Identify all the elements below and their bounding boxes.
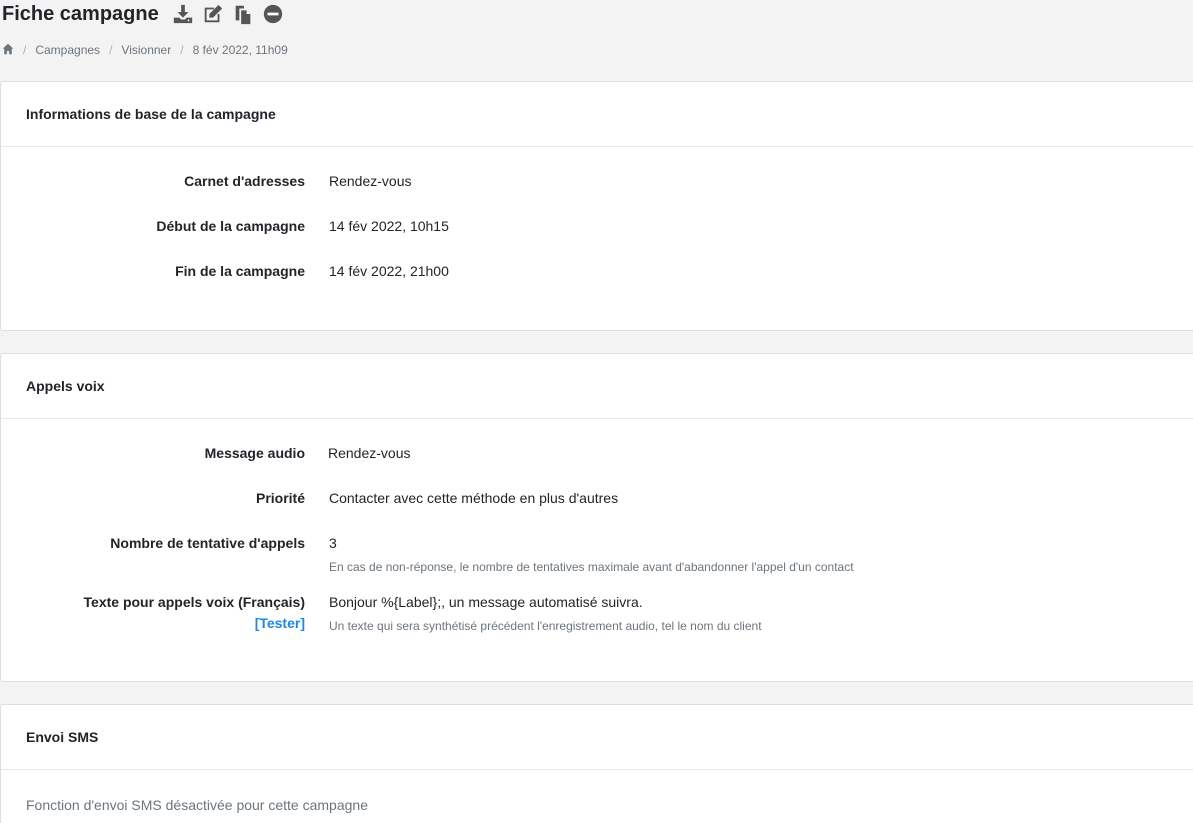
- attempts-help: En cas de non-réponse, le nombre de tent…: [329, 560, 854, 574]
- priority-value: Contacter avec cette méthode en plus d'a…: [329, 490, 619, 506]
- title-actions: [171, 2, 285, 26]
- voice-text-help: Un texte qui sera synthétisé précédent l…: [329, 619, 762, 633]
- home-icon[interactable]: [2, 43, 14, 58]
- sms-header: Envoi SMS: [1, 705, 1193, 770]
- minus-circle-icon[interactable]: [261, 2, 285, 26]
- breadcrumb: / Campagnes / Visionner / 8 fév 2022, 11…: [2, 42, 288, 58]
- download-icon[interactable]: [171, 2, 195, 26]
- base-info-card: Informations de base de la campagne Carn…: [0, 81, 1193, 331]
- breadcrumb-separator: /: [180, 43, 184, 57]
- base-info-header: Informations de base de la campagne: [1, 82, 1193, 147]
- voice-calls-header: Appels voix: [1, 354, 1193, 419]
- audio-label: Message audio: [204, 445, 305, 461]
- priority-label: Priorité: [255, 490, 305, 506]
- sms-disabled-text: Fonction d'envoi SMS désactivée pour cet…: [26, 797, 368, 813]
- breadcrumb-current: 8 fév 2022, 11h09: [192, 43, 288, 57]
- breadcrumb-campagnes[interactable]: Campagnes: [35, 43, 100, 57]
- voice-text-label: Texte pour appels voix (Français): [83, 594, 305, 610]
- breadcrumb-separator: /: [109, 43, 113, 57]
- end-value: 14 fév 2022, 21h00: [329, 263, 449, 279]
- sms-card: Envoi SMS Fonction d'envoi SMS désactivé…: [0, 704, 1193, 823]
- start-value: 14 fév 2022, 10h15: [329, 218, 449, 234]
- voice-calls-card: Appels voix Message audio Rendez-vous Pr…: [0, 353, 1193, 682]
- copy-icon[interactable]: [231, 2, 255, 26]
- breadcrumb-separator: /: [23, 43, 27, 57]
- attempts-value: 3: [329, 535, 337, 551]
- voice-text-value: Bonjour %{Label};, un message automatisé…: [329, 594, 643, 610]
- end-label: Fin de la campagne: [175, 263, 305, 279]
- start-label: Début de la campagne: [156, 218, 305, 234]
- page-title: Fiche campagne: [2, 3, 159, 25]
- test-link[interactable]: [Tester]: [255, 615, 305, 631]
- attempts-label: Nombre de tentative d'appels: [110, 535, 305, 551]
- breadcrumb-visionner[interactable]: Visionner: [121, 43, 171, 57]
- page-header: Fiche campagne: [0, 0, 285, 28]
- audio-value: Rendez-vous: [328, 445, 411, 461]
- edit-icon[interactable]: [201, 2, 225, 26]
- address-book-value: Rendez-vous: [329, 173, 412, 189]
- address-book-label: Carnet d'adresses: [184, 173, 305, 189]
